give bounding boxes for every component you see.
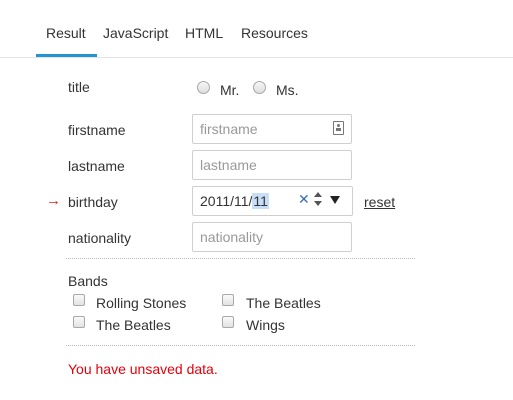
dropdown-arrow-icon[interactable] xyxy=(330,196,340,204)
tab-result[interactable]: Result xyxy=(36,25,97,57)
divider-top xyxy=(66,258,415,259)
band-label-the-beatles-2: The Beatles xyxy=(96,317,171,333)
band-checkbox-the-beatles-2[interactable] xyxy=(73,316,85,328)
birthday-day-segment[interactable]: 11 xyxy=(252,193,269,209)
title-radio-ms[interactable] xyxy=(253,81,266,94)
tab-html[interactable]: HTML xyxy=(185,25,223,41)
right-arrow-icon: → xyxy=(46,192,61,209)
nationality-label: nationality xyxy=(68,230,132,246)
lastname-label: lastname xyxy=(68,158,125,174)
band-checkbox-wings[interactable] xyxy=(222,316,234,328)
clear-x-icon[interactable]: ✕ xyxy=(298,191,310,208)
band-checkbox-the-beatles-1[interactable] xyxy=(222,294,234,306)
tab-bar: Result JavaScript HTML Resources xyxy=(0,0,513,58)
birthday-label: birthday xyxy=(68,194,118,210)
band-label-the-beatles-1: The Beatles xyxy=(246,295,321,311)
reset-link[interactable]: reset xyxy=(364,194,395,210)
contact-card-icon[interactable] xyxy=(333,121,344,135)
title-radio-ms-label: Ms. xyxy=(276,82,299,98)
birthday-value: 2011/11/ xyxy=(200,193,253,209)
spinner-icon[interactable] xyxy=(313,189,323,211)
tab-javascript[interactable]: JavaScript xyxy=(103,25,168,41)
nationality-placeholder: nationality xyxy=(200,229,264,245)
firstname-label: firstname xyxy=(68,122,126,138)
nationality-field[interactable]: nationality xyxy=(192,222,352,252)
title-label: title xyxy=(68,79,90,95)
bands-label: Bands xyxy=(68,273,108,289)
band-label-rolling-stones: Rolling Stones xyxy=(96,295,187,311)
title-radio-mr[interactable] xyxy=(197,81,210,94)
unsaved-data-warning: You have unsaved data. xyxy=(68,361,218,377)
title-radio-mr-label: Mr. xyxy=(220,82,240,98)
lastname-field[interactable]: lastname xyxy=(192,150,352,180)
birthday-date-field[interactable]: 2011/11/11 xyxy=(192,186,353,216)
firstname-placeholder: firstname xyxy=(200,121,258,137)
band-label-wings: Wings xyxy=(246,317,285,333)
tab-resources[interactable]: Resources xyxy=(241,25,308,41)
lastname-placeholder: lastname xyxy=(200,157,257,173)
divider-bottom xyxy=(66,345,415,346)
band-checkbox-rolling-stones[interactable] xyxy=(73,294,85,306)
firstname-field[interactable]: firstname xyxy=(192,114,352,144)
